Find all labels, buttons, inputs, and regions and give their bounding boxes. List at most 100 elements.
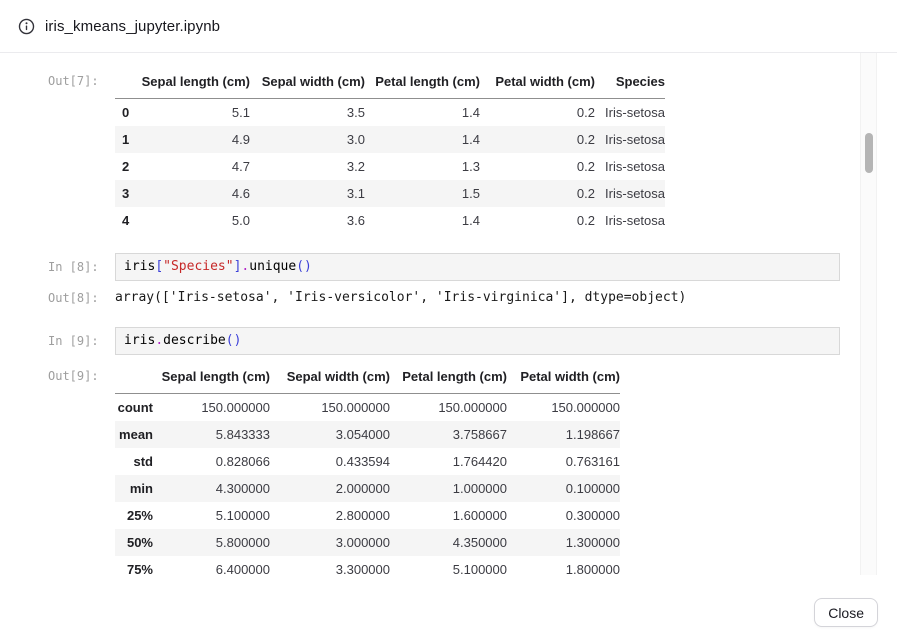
cell-value: 2.800000 (270, 502, 390, 529)
output-cell-8: Out[8]: array(['Iris-setosa', 'Iris-vers… (48, 288, 897, 308)
row-index: count (115, 394, 153, 422)
table-row: 34.63.11.50.2Iris-setosa (115, 180, 665, 207)
cell-value: 1.000000 (390, 475, 507, 502)
input-prompt: In [9]: (48, 327, 115, 348)
cell-value: 0.433594 (270, 448, 390, 475)
column-header: Petal width (cm) (507, 365, 620, 394)
cell-value: 3.0 (250, 126, 365, 153)
cell-value: 150.000000 (270, 394, 390, 422)
scrollbar-thumb[interactable] (865, 133, 873, 173)
table-row: 45.03.61.40.2Iris-setosa (115, 207, 665, 234)
column-header: Petal length (cm) (365, 70, 480, 99)
cell-value: 0.2 (480, 99, 595, 127)
table-row: 75%6.4000003.3000005.1000001.800000 (115, 556, 620, 578)
notebook-preview: Out[7]: Sepal length (cm)Sepal width (cm… (0, 54, 897, 578)
cell-value: 3.000000 (270, 529, 390, 556)
cell-value: Iris-setosa (595, 180, 665, 207)
output-prompt: Out[8]: (48, 288, 115, 305)
cell-value: 5.0 (138, 207, 250, 234)
file-preview-modal: iris_kmeans_jupyter.ipynb Out[7]: Sepal … (0, 0, 897, 643)
cell-value: 1.198667 (507, 421, 620, 448)
file-title: iris_kmeans_jupyter.ipynb (45, 18, 220, 35)
cell-value: 1.600000 (390, 502, 507, 529)
row-index: 0 (115, 99, 138, 127)
cell-value: 4.300000 (153, 475, 270, 502)
cell-value: 150.000000 (507, 394, 620, 422)
array-output-text: array(['Iris-setosa', 'Iris-versicolor',… (115, 288, 686, 308)
cell-value: 4.6 (138, 180, 250, 207)
cell-value: Iris-setosa (595, 126, 665, 153)
cell-value: Iris-setosa (595, 153, 665, 180)
cell-value: 5.1 (138, 99, 250, 127)
row-index: 1 (115, 126, 138, 153)
cell-value: 1.4 (365, 126, 480, 153)
output-cell-9: Out[9]: Sepal length (cm)Sepal width (cm… (48, 365, 897, 578)
cell-value: 0.100000 (507, 475, 620, 502)
cell-value: 3.5 (250, 99, 365, 127)
cell-value: 4.350000 (390, 529, 507, 556)
cell-value: 5.800000 (153, 529, 270, 556)
table-row: mean5.8433333.0540003.7586671.198667 (115, 421, 620, 448)
code-input: iris["Species"].unique() (115, 253, 840, 281)
row-index: 50% (115, 529, 153, 556)
table-row: 05.13.51.40.2Iris-setosa (115, 99, 665, 127)
close-button[interactable]: Close (814, 598, 878, 627)
cell-value: 6.400000 (153, 556, 270, 578)
cell-value: 3.2 (250, 153, 365, 180)
row-index: 4 (115, 207, 138, 234)
cell-value: 1.3 (365, 153, 480, 180)
table-row: 24.73.21.30.2Iris-setosa (115, 153, 665, 180)
modal-header: iris_kmeans_jupyter.ipynb (0, 0, 897, 53)
column-header: Petal length (cm) (390, 365, 507, 394)
cell-value: 0.2 (480, 207, 595, 234)
cell-value: 150.000000 (390, 394, 507, 422)
cell-value: 0.828066 (153, 448, 270, 475)
cell-value: 3.054000 (270, 421, 390, 448)
cell-value: 0.300000 (507, 502, 620, 529)
table-row: 50%5.8000003.0000004.3500001.300000 (115, 529, 620, 556)
cell-value: 3.6 (250, 207, 365, 234)
row-index: mean (115, 421, 153, 448)
row-index: 75% (115, 556, 153, 578)
cell-value: 4.7 (138, 153, 250, 180)
column-header (115, 365, 153, 394)
cell-value: 5.843333 (153, 421, 270, 448)
table-row: min4.3000002.0000001.0000000.100000 (115, 475, 620, 502)
cell-value: 1.4 (365, 207, 480, 234)
column-header: Species (595, 70, 665, 99)
cell-value: 0.763161 (507, 448, 620, 475)
table-row: 25%5.1000002.8000001.6000000.300000 (115, 502, 620, 529)
cell-value: 5.100000 (390, 556, 507, 578)
cell-value: Iris-setosa (595, 99, 665, 127)
column-header: Sepal width (cm) (250, 70, 365, 99)
row-index: 2 (115, 153, 138, 180)
row-index: std (115, 448, 153, 475)
column-header: Petal width (cm) (480, 70, 595, 99)
cell-value: 1.5 (365, 180, 480, 207)
code-cell-9: In [9]: iris.describe() (48, 327, 897, 355)
cell-value: 4.9 (138, 126, 250, 153)
cell-value: 0.2 (480, 180, 595, 207)
info-icon (18, 18, 35, 35)
cell-value: 1.800000 (507, 556, 620, 578)
table-row: 14.93.01.40.2Iris-setosa (115, 126, 665, 153)
cell-value: 1.300000 (507, 529, 620, 556)
row-index: min (115, 475, 153, 502)
table-row: std0.8280660.4335941.7644200.763161 (115, 448, 620, 475)
code-input: iris.describe() (115, 327, 840, 355)
scrollbar-track[interactable] (860, 53, 877, 575)
cell-value: 0.2 (480, 153, 595, 180)
cell-value: 3.1 (250, 180, 365, 207)
cell-value: 1.4 (365, 99, 480, 127)
cell-value: Iris-setosa (595, 207, 665, 234)
input-prompt: In [8]: (48, 253, 115, 274)
cell-value: 3.300000 (270, 556, 390, 578)
column-header (115, 70, 138, 99)
table-row: count150.000000150.000000150.000000150.0… (115, 394, 620, 422)
iris-describe-table: Sepal length (cm)Sepal width (cm)Petal l… (115, 365, 620, 578)
cell-value: 150.000000 (153, 394, 270, 422)
cell-value: 0.2 (480, 126, 595, 153)
column-header: Sepal length (cm) (153, 365, 270, 394)
iris-head-table: Sepal length (cm)Sepal width (cm)Petal l… (115, 70, 665, 234)
column-header: Sepal length (cm) (138, 70, 250, 99)
